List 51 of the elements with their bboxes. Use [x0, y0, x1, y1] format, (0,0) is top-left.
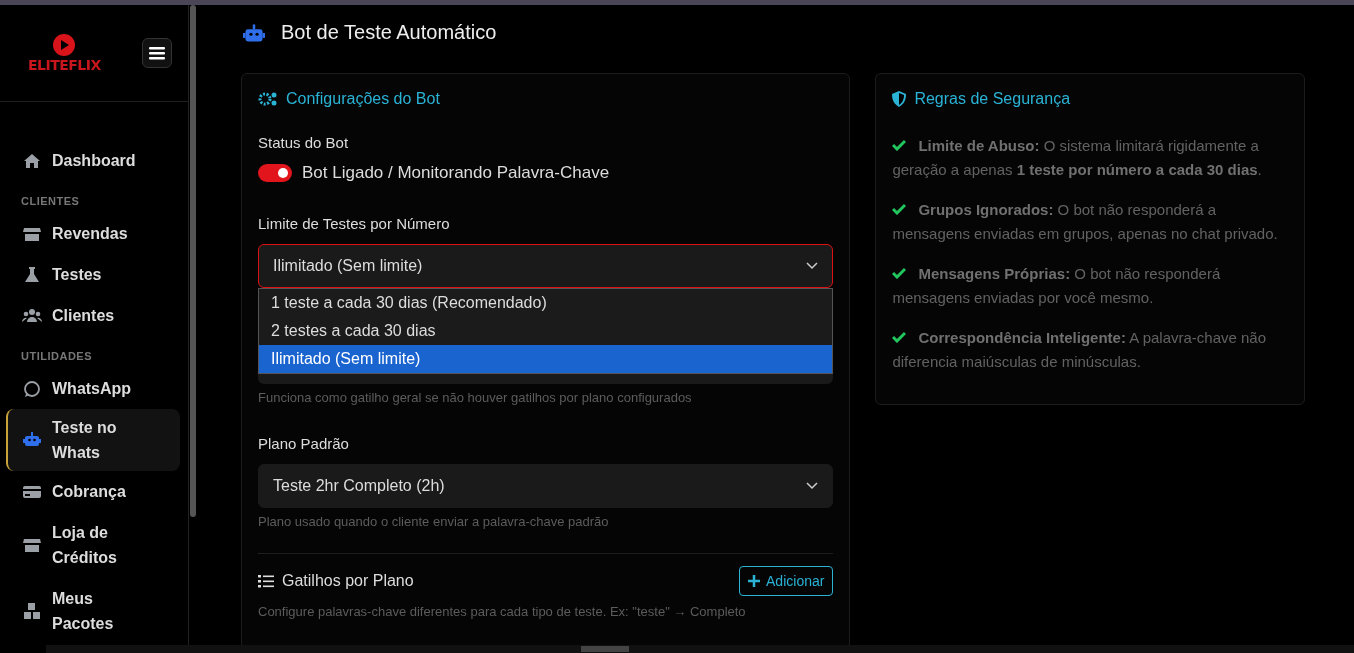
add-button[interactable]: Adicionar: [739, 566, 834, 596]
check-icon: [892, 267, 907, 279]
sidebar-item[interactable]: Loja de Créditos: [6, 512, 180, 578]
whatsapp-icon: [22, 378, 42, 399]
chevron-down-icon: [806, 482, 819, 490]
sidebar-item[interactable]: WhatsApp: [6, 368, 180, 409]
field-label: Plano Padrão: [258, 435, 350, 452]
toggle-label: Bot Ligado / Monitorando Palavra-Chave: [302, 163, 610, 183]
dropdown-option[interactable]: Ilimitado (Sem limite): [259, 345, 833, 373]
rule-text: Correspondência Inteligente: A palavra-chave não diferencia maiúsculas de minúsculas.: [892, 328, 1268, 372]
robot-icon: [241, 21, 267, 44]
plus-icon: [748, 575, 761, 587]
section-heading: CLIENTES: [20, 194, 81, 209]
dropdown-option[interactable]: 2 testes a cada 30 dias: [259, 317, 833, 345]
play-logo-icon: [52, 33, 77, 57]
menu-icon: [149, 46, 165, 60]
sidebar-item[interactable]: Testes: [6, 254, 180, 295]
section-heading: UTILIDADES: [20, 349, 93, 364]
page-title: Bot de Teste Automático: [281, 21, 497, 44]
sidebar-item[interactable]: Cobrança: [6, 471, 180, 512]
sidebar-item[interactable]: Teste no Whats: [6, 409, 180, 471]
help-text: Plano usado quando o cliente enviar a palavra-chave padrão: [258, 514, 610, 529]
help-text: Configure palavras-chave diferentes para cada tipo de teste. Ex: "teste" → Completo: [258, 604, 747, 619]
section-title: Gatilhos por Plano: [282, 572, 414, 590]
sidebar-item[interactable]: Dashboard: [6, 140, 180, 181]
gears-icon: [258, 91, 278, 107]
check-icon: [892, 203, 907, 215]
rule-text: Limite de Abuso: O sistema limitará rigidamente a geração a apenas 1 teste por número a cada 30 dias.: [892, 136, 1263, 180]
sidebar-item[interactable]: Revendas: [6, 213, 180, 254]
field-label: Status do Bot: [258, 134, 350, 151]
flask-icon: [22, 264, 42, 285]
check-icon: [892, 331, 907, 343]
sidebar-item[interactable]: Meus Pacotes: [6, 578, 180, 644]
field-label: Limite de Testes por Número: [258, 215, 451, 232]
rule-text: Grupos Ignorados: O bot não responderá a mensagens enviadas em grupos, apenas no chat privado.: [892, 200, 1279, 244]
rule-text: Mensagens Próprias: O bot não responderá mensagens enviadas por você mesmo.: [892, 264, 1222, 308]
help-text: Funciona como gatilho geral se não houver gatilhos por plano configurados: [258, 390, 693, 405]
sidebar-item[interactable]: Clientes: [6, 295, 180, 336]
shield-icon: [892, 91, 907, 107]
dropdown-option[interactable]: 1 teste a cada 30 dias (Recomendado): [259, 289, 833, 317]
boxes-icon: [22, 601, 42, 621]
limit-select[interactable]: Ilimitado (Sem limite): [258, 244, 834, 288]
card-title: Configurações do Bot: [286, 90, 440, 108]
chevron-down-icon: [806, 262, 819, 270]
menu-button[interactable]: [142, 38, 172, 68]
toggle-switch[interactable]: [258, 164, 292, 182]
card-title: Regras de Segurança: [914, 90, 1071, 108]
check-icon: [892, 139, 907, 151]
plan-select[interactable]: Teste 2hr Completo (2h): [258, 464, 834, 508]
list-icon: [258, 574, 274, 588]
logo-text: ELITEFLIX: [28, 57, 101, 73]
